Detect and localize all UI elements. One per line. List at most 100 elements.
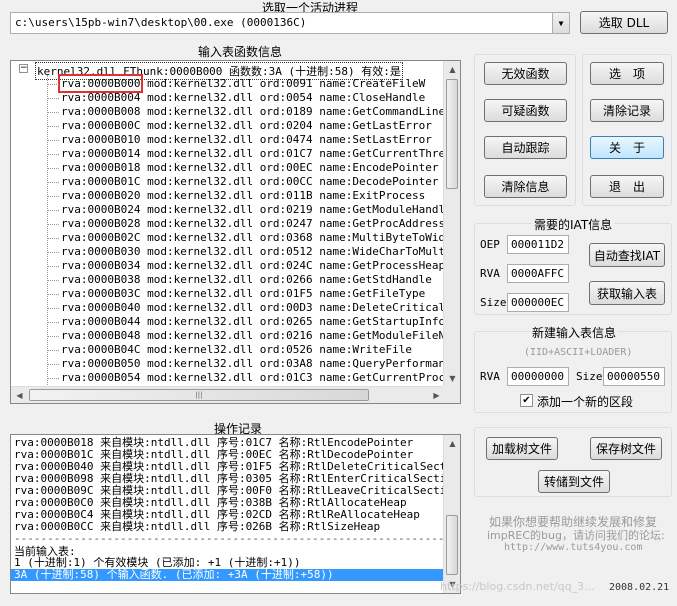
tree-row[interactable]: rva:0000B004 mod:kernel32.dll ord:0054 n… [46,91,426,105]
size-field[interactable]: 000000EC [507,293,569,312]
tree-row-details: mod:kernel32.dll ord:0054 name:CloseHand… [140,91,426,104]
tree-row-details: mod:kernel32.dll ord:0189 name:GetComman… [140,105,445,118]
tree-row[interactable]: rva:0000B014 mod:kernel32.dll ord:01C7 n… [47,147,445,161]
tree-row-details: mod:kernel32.dll ord:0219 name:GetModule… [140,203,445,216]
tree-row-rva: rva:0000B028 [61,217,141,230]
new-rva-label: RVA [480,370,500,383]
tree-row-details: mod:kernel32.dll ord:0512 name:WideCharT… [140,245,445,258]
tree-row-details: mod:kernel32.dll ord:00D3 name:DeleteCri… [147,301,445,314]
tree-row-details: mod:kernel32.dll ord:01F5 name:GetFileTy… [140,287,426,300]
import-tree[interactable]: − kernel32.dll FThunk:0000B000 函数数:3A (十… [10,60,461,404]
tree-row[interactable]: rva:0000B028 mod:kernel32.dll ord:0247 n… [46,217,445,231]
tree-row[interactable]: rva:0000B03C mod:kernel32.dll ord:01F5 n… [46,287,426,301]
scroll-left-icon[interactable]: ◀ [11,387,28,403]
tree-row[interactable]: rva:0000B018 mod:kernel32.dll ord:00EC n… [47,161,439,175]
new-import-subtitle: (IID+ASCII+LOADER) [524,347,633,358]
tree-row-details: mod:kernel32.dll ord:0091 name:CreateFil… [140,77,426,90]
process-select[interactable]: c:\users\15pb-win7\desktop\00.exe (00001… [10,12,570,34]
log-summary-line2: 3A (十进制:58) 个输入函数. (已添加: +3A (十进制:+58)) [11,569,443,581]
tree-row-details: mod:kernel32.dll ord:00EC name:EncodePoi… [140,161,439,174]
tree-row-rva: rva:0000B008 [61,105,141,118]
tree-row-details: mod:kernel32.dll ord:01C3 name:GetCurren… [140,371,445,384]
exit-button[interactable]: 退 出 [590,175,664,198]
add-section-label[interactable]: 添加一个新的区段 [537,393,633,410]
rva-field[interactable]: 0000AFFC [507,264,569,283]
size-label: Size [480,296,507,309]
auto-find-iat-button[interactable]: 自动查找IAT [589,243,665,267]
tree-row-details: mod:kernel32.dll ord:0265 name:GetStartu… [140,315,445,328]
tree-row-details: mod:kernel32.dll ord:03A8 name:QueryPerf… [147,357,445,370]
scroll-corner [443,386,460,403]
tree-row-rva: rva:0000B054 [61,371,141,384]
operation-log[interactable]: rva:0000B018 来自模块:ntdll.dll 序号:01C7 名称:R… [10,434,461,594]
tree-row-details: mod:kernel32.dll ord:01C7 name:GetCurren… [140,147,445,160]
rva-label: RVA [480,267,500,280]
tree-row-rva: rva:0000B004 [61,91,141,104]
tree-row-details: mod:kernel32.dll ord:0368 name:MultiByte… [140,231,445,244]
log-vertical-scrollbar[interactable]: ▲ ▼ [443,435,460,593]
tree-row-rva: rva:0000B034 [61,259,141,272]
tree-row-rva: rva:0000B020 [61,189,141,202]
log-scroll-up-icon[interactable]: ▲ [444,435,460,452]
tree-row[interactable]: rva:0000B008 mod:kernel32.dll ord:0189 n… [47,105,445,119]
tree-row-rva: rva:0000B010 [61,133,141,146]
help-forum-link[interactable]: http://www.tuts4you.com [504,542,642,553]
new-size-field[interactable]: 00000550 [603,367,665,386]
tree-row[interactable]: rva:0000B02C mod:kernel32.dll ord:0368 n… [46,231,445,245]
tree-row[interactable]: rva:0000B030 mod:kernel32.dll ord:0512 n… [46,245,445,259]
tree-row[interactable]: rva:0000B054 mod:kernel32.dll ord:01C3 n… [46,371,445,385]
tree-row-rva: rva:0000B040 [61,301,141,314]
tree-row-rva: rva:0000B00C [61,119,141,132]
tree-row-details: mod:kernel32.dll ord:011B name:ExitProce… [140,189,426,202]
tree-row-rva: rva:0000B050 [61,357,141,370]
add-section-checkbox[interactable]: ✔ [520,394,533,407]
tree-row-details: mod:kernel32.dll ord:0247 name:GetProcAd… [140,217,445,230]
auto-trace-button[interactable]: 自动跟踪 [484,136,567,159]
tree-row-rva: rva:0000B03C [61,287,141,300]
tree-row-rva: rva:0000B024 [61,203,141,216]
tree-row-details: mod:kernel32.dll ord:0526 name:WriteFile [140,343,413,356]
tree-row[interactable]: rva:0000B010 mod:kernel32.dll ord:0474 n… [47,133,432,147]
tree-horizontal-scrollbar[interactable]: ◀ ||| ▶ [11,386,445,403]
save-tree-button[interactable]: 保存树文件 [590,437,662,460]
tree-row[interactable]: rva:0000B04C mod:kernel32.dll ord:0526 n… [46,343,413,357]
suspicious-funcs-button[interactable]: 可疑函数 [484,99,567,122]
tree-row[interactable]: rva:0000B044 mod:kernel32.dll ord:0265 n… [47,315,445,329]
tree-row-rva: rva:0000B018 [61,161,141,174]
tree-row[interactable]: rva:0000B000 mod:kernel32.dll ord:0091 n… [46,74,426,93]
tree-expand-icon[interactable]: − [19,64,28,73]
dump-to-file-button[interactable]: 转储到文件 [538,470,610,493]
log-scroll-thumb[interactable] [446,515,458,575]
chevron-down-icon[interactable]: ▼ [552,13,569,33]
about-button[interactable]: 关 于 [590,136,664,159]
tree-vertical-scrollbar[interactable]: ▲ ▼ [443,61,460,387]
tree-row[interactable]: rva:0000B020 mod:kernel32.dll ord:011B n… [46,189,426,203]
get-imports-button[interactable]: 获取输入表 [589,281,665,305]
new-rva-field[interactable]: 00000000 [507,367,569,386]
scroll-thumb[interactable] [446,79,458,189]
invalid-funcs-button[interactable]: 无效函数 [484,62,567,85]
tree-row[interactable]: rva:0000B024 mod:kernel32.dll ord:0219 n… [47,203,445,217]
iat-section-title: 需要的IAT信息 [532,216,615,233]
select-dll-button[interactable]: 选取 DLL [580,11,668,34]
oep-field[interactable]: 000011D2 [507,235,569,254]
tree-row[interactable]: rva:0000B040 mod:kernel32.dll ord:00D3 n… [46,301,445,315]
import-section-title: 输入表函数信息 [196,43,285,60]
tree-row-rva: rva:0000B01C [61,175,141,188]
tree-row[interactable]: rva:0000B050 mod:kernel32.dll ord:03A8 n… [46,357,445,371]
options-button[interactable]: 选 项 [590,62,664,85]
load-tree-button[interactable]: 加载树文件 [486,437,558,460]
tree-row[interactable]: rva:0000B038 mod:kernel32.dll ord:0266 n… [47,273,432,287]
oep-label: OEP [480,238,500,251]
tree-row[interactable]: rva:0000B01C mod:kernel32.dll ord:00CC n… [47,175,439,189]
clear-log-button[interactable]: 清除记录 [590,99,664,122]
clear-info-button[interactable]: 清除信息 [484,175,567,198]
tree-row[interactable]: rva:0000B00C mod:kernel32.dll ord:0204 n… [47,119,432,133]
scroll-up-icon[interactable]: ▲ [444,61,460,78]
tree-row-rva: rva:0000B04C [61,343,141,356]
tree-row[interactable]: rva:0000B048 mod:kernel32.dll ord:0216 n… [47,329,445,343]
tree-row[interactable]: rva:0000B034 mod:kernel32.dll ord:024C n… [46,259,445,273]
hscroll-thumb[interactable]: ||| [29,389,369,401]
new-size-label: Size [576,370,603,383]
scroll-down-icon[interactable]: ▼ [444,370,460,387]
